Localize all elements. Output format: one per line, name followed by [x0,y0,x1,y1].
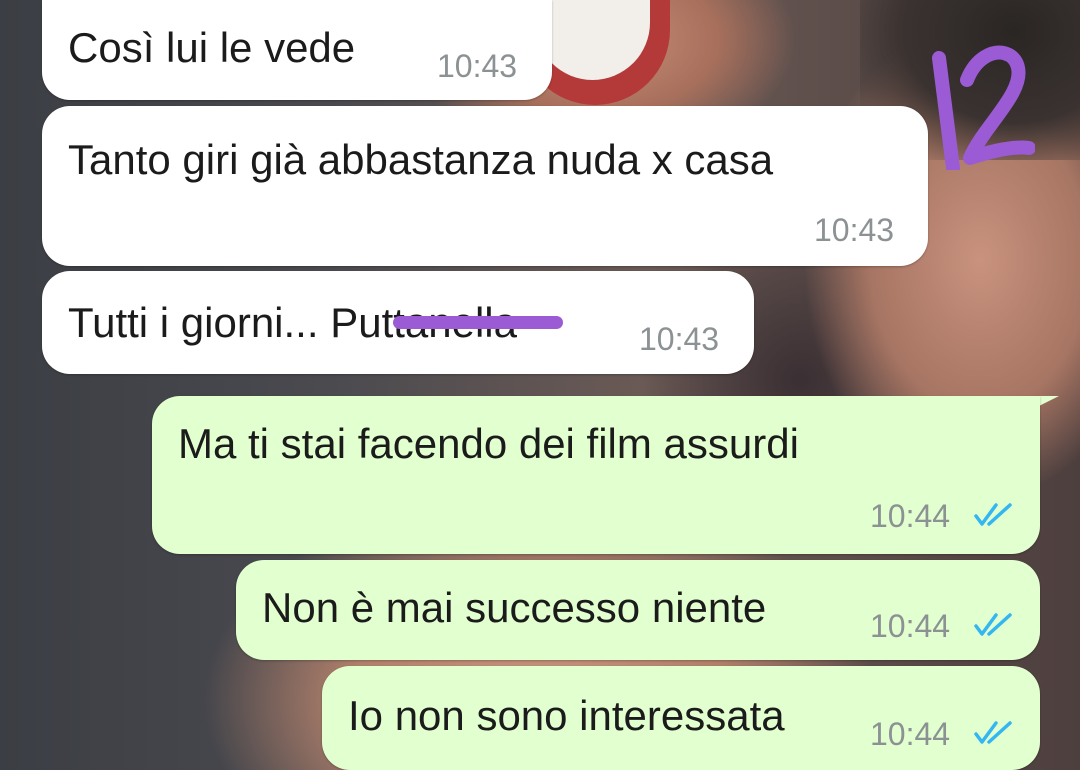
message-timestamp: 10:44 [870,608,951,644]
message-bubble-outgoing[interactable]: Io non sono interessata 10:44 [322,666,1040,770]
double-check-icon [974,613,1012,636]
message-timestamp: 10:43 [814,212,895,248]
message-text: Non è mai successo niente [262,584,767,631]
message-bubble-outgoing[interactable]: Non è mai successo niente 10:44 [236,560,1040,660]
redaction-mark [393,316,563,329]
annotation-number-12 [932,45,1035,170]
message-timestamp: 10:44 [870,498,951,534]
message-bubble-incoming[interactable]: Tanto giri già abbastanza nuda x casa 10… [42,106,928,266]
message-timestamp: 10:43 [639,321,720,357]
message-text: Così lui le vede [68,24,356,71]
message-bubble-incoming[interactable]: Così lui le vede 10:43 [42,0,552,100]
message-text: Ma ti stai facendo dei film assurdi [178,420,799,467]
message-bubble-outgoing[interactable]: Ma ti stai facendo dei film assurdi 10:4… [152,396,1040,554]
message-timestamp: 10:44 [870,716,951,752]
double-check-icon [974,721,1012,744]
message-text: Tanto giri già abbastanza nuda x casa [68,136,774,183]
double-check-icon [974,503,1012,526]
message-text: Io non sono interessata [348,692,785,739]
message-timestamp: 10:43 [437,48,518,84]
